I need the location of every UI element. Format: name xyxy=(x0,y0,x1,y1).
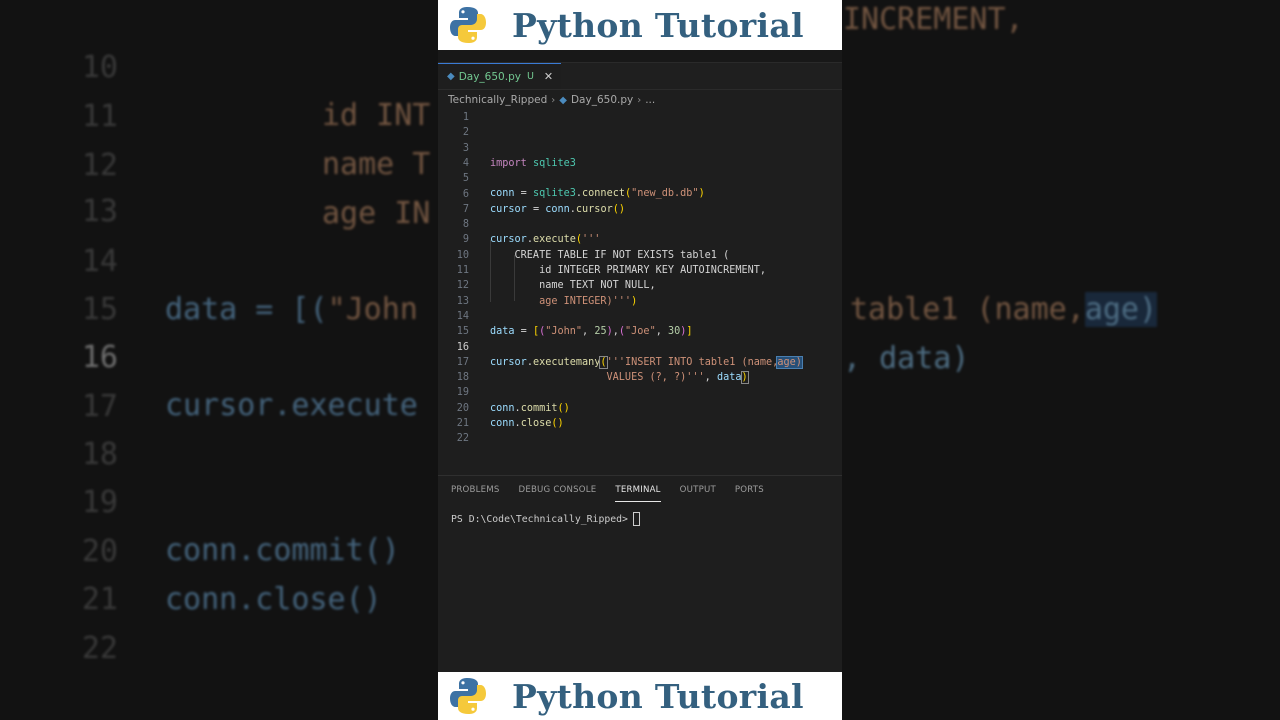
code-line: 3 import sqlite3 xyxy=(462,142,576,169)
terminal[interactable]: PS D:\Code\Technically_Ripped> xyxy=(438,512,842,526)
terminal-cursor xyxy=(632,512,640,526)
code-line: 5 conn = sqlite3.connect("new_db.db") xyxy=(462,173,705,200)
bg-line-15: 15 xyxy=(0,238,118,327)
bg-code-text: conn.commit() xyxy=(165,533,400,568)
bg-line-17: 17 , data) xyxy=(0,335,970,424)
bg-code-text: id INT xyxy=(322,98,431,133)
bg-line-13: 13 xyxy=(0,140,118,229)
chevron-right-icon: › xyxy=(637,94,642,106)
close-icon[interactable]: ✕ xyxy=(544,70,553,83)
code-line: 19 conn.commit() xyxy=(456,387,570,414)
breadcrumb: Technically_Ripped › ◆ Day_650.py › ... xyxy=(438,90,842,110)
python-file-icon: ◆ xyxy=(447,71,455,82)
code-line: 1 xyxy=(462,112,469,123)
tab-ports[interactable]: PORTS xyxy=(735,481,764,499)
bg-line-14: 14 data = [("John xyxy=(0,190,418,327)
bg-code-text-right: INCREMENT, xyxy=(843,2,1024,37)
code-line: 6 cursor = conn.cursor() xyxy=(462,188,625,215)
code-line: 7 xyxy=(462,203,469,215)
panel-tabs: PROBLEMS DEBUG CONSOLE TERMINAL OUTPUT P… xyxy=(438,476,842,504)
bottom-panel: PROBLEMS DEBUG CONSOLE TERMINAL OUTPUT P… xyxy=(438,475,842,672)
code-line-current: 16 cursor.executemany('''INSERT INTO tab… xyxy=(456,341,803,369)
bg-line-18: 18 xyxy=(0,383,118,472)
bg-line-22: 22 xyxy=(0,577,118,666)
modified-badge: U xyxy=(526,71,534,82)
bg-code-text: age IN xyxy=(322,196,431,231)
code-line: 20 conn.close() xyxy=(456,402,564,429)
tab-debug-console[interactable]: DEBUG CONSOLE xyxy=(519,481,597,499)
bg-code-text: name T xyxy=(322,147,431,182)
bg-line-11: 11 name T xyxy=(0,45,431,182)
bg-line-20: 20 conn.close() xyxy=(0,480,382,617)
python-logo-icon xyxy=(450,678,486,714)
breadcrumb-folder[interactable]: Technically_Ripped xyxy=(448,94,547,106)
bg-code-text-right: , data) xyxy=(843,341,970,376)
banner-title: Python Tutorial xyxy=(512,676,804,716)
code-line: 18 xyxy=(456,372,469,384)
bg-line-10: 10 id INT INCREMENT, xyxy=(0,0,1024,133)
tab-problems[interactable]: PROBLEMS xyxy=(451,481,500,499)
code-line: 21 xyxy=(456,418,469,429)
tab-output[interactable]: OUTPUT xyxy=(680,481,716,499)
bg-code-text: conn.close() xyxy=(165,582,382,617)
bg-code-text: data = [("John xyxy=(165,292,418,327)
python-logo-icon xyxy=(450,7,486,43)
tab-terminal[interactable]: TERMINAL xyxy=(615,481,661,502)
bg-line-number: 22 xyxy=(81,631,118,666)
code-line: 14 data = [("John", 25),("Joe", 30)] xyxy=(456,310,693,338)
code-line: 12 age INTEGER)''') xyxy=(456,280,638,307)
code-line: 4 xyxy=(462,157,469,169)
bottom-banner: Python Tutorial xyxy=(438,672,842,720)
code-line: 10 id INTEGER PRIMARY KEY AUTOINCREMENT, xyxy=(456,249,767,276)
python-file-icon: ◆ xyxy=(559,94,567,106)
code-line: 9 CREATE TABLE IF NOT EXISTS table1 ( xyxy=(462,234,730,261)
bg-code-text-right: table1 (name,age) xyxy=(850,292,1158,327)
code-line: 17 VALUES (?, ?)''', data) xyxy=(456,356,749,385)
title-bar xyxy=(438,50,842,63)
code-line: 22 xyxy=(456,433,469,445)
code-line: 13 xyxy=(456,295,469,307)
breadcrumb-more[interactable]: ... xyxy=(645,94,655,106)
bg-line-16: 16 cursor.execute table1 (name,age) xyxy=(0,286,1158,423)
top-banner: Python Tutorial xyxy=(438,0,842,50)
code-line: 11 name TEXT NOT NULL, xyxy=(456,265,656,292)
breadcrumb-file[interactable]: Day_650.py xyxy=(571,94,633,106)
bg-code-text: cursor.execute xyxy=(165,388,418,423)
vscode-editor-window: ◆ Day_650.py U ✕ Technically_Ripped › ◆ … xyxy=(438,50,842,672)
code-area[interactable]: 1 2 3 import sqlite3 4 5 conn = sqlite3.… xyxy=(438,110,842,448)
code-line: 2 xyxy=(462,127,469,139)
code-line: 8 cursor.execute(''' xyxy=(462,219,601,246)
bg-line-21: 21 xyxy=(0,528,118,617)
editor-tab-bar: ◆ Day_650.py U ✕ xyxy=(438,63,842,90)
bg-line-12: 12 age IN xyxy=(0,94,431,231)
banner-title: Python Tutorial xyxy=(512,5,804,45)
terminal-prompt: PS D:\Code\Technically_Ripped> xyxy=(451,513,628,525)
code-line: 15 xyxy=(456,326,469,338)
chevron-right-icon: › xyxy=(551,94,556,106)
bg-line-19: 19 conn.commit() xyxy=(0,431,400,568)
tab-day-650-py[interactable]: ◆ Day_650.py U ✕ xyxy=(438,63,562,89)
tab-filename: Day_650.py xyxy=(458,70,521,83)
